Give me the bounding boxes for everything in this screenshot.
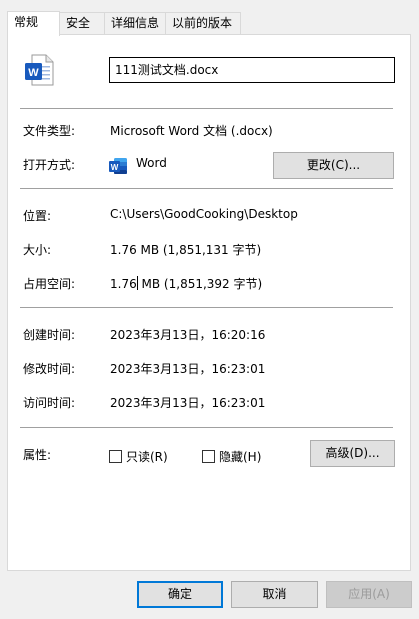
general-panel: W 111测试文档.docx 文件类型: Microsoft Word 文档 (… bbox=[7, 34, 411, 571]
modified-label: 修改时间: bbox=[23, 362, 76, 376]
file-name-field[interactable]: 111测试文档.docx bbox=[109, 57, 395, 83]
hidden-checkbox[interactable]: 隐藏(H) bbox=[202, 448, 261, 465]
size-on-disk-value: 1.76 MB (1,851,392 字节) bbox=[110, 275, 262, 292]
tab-previous-versions[interactable]: 以前的版本 bbox=[165, 12, 241, 34]
ok-button-label: 确定 bbox=[167, 587, 192, 601]
size-value: 1.76 MB (1,851,131 字节) bbox=[110, 243, 262, 257]
apply-button[interactable]: 应用(A) bbox=[326, 581, 412, 608]
readonly-checkbox-box[interactable] bbox=[109, 450, 122, 463]
opens-with-label: 打开方式: bbox=[23, 158, 76, 172]
file-type-value: Microsoft Word 文档 (.docx) bbox=[110, 124, 273, 138]
divider bbox=[20, 427, 393, 428]
word-app-icon: W bbox=[108, 157, 128, 175]
divider bbox=[20, 188, 393, 189]
change-button-label: 更改(C)... bbox=[306, 158, 361, 172]
word-document-icon: W bbox=[23, 53, 57, 87]
tab-strip: 常规 安全 详细信息 以前的版本 bbox=[7, 11, 411, 36]
location-label: 位置: bbox=[23, 209, 52, 223]
divider bbox=[20, 307, 393, 308]
tab-details[interactable]: 详细信息 bbox=[104, 12, 166, 34]
opens-with-app-name: Word bbox=[136, 156, 167, 170]
size-on-disk-label: 占用空间: bbox=[23, 277, 76, 291]
tab-details-label: 详细信息 bbox=[111, 16, 160, 30]
created-value: 2023年3月13日，16:20:16 bbox=[110, 328, 266, 342]
hidden-checkbox-label: 隐藏(H) bbox=[219, 450, 262, 464]
svg-text:W: W bbox=[28, 67, 39, 79]
ok-button[interactable]: 确定 bbox=[137, 581, 223, 608]
tab-general[interactable]: 常规 bbox=[7, 11, 60, 36]
readonly-checkbox[interactable]: 只读(R) bbox=[109, 448, 168, 465]
location-value: C:\Users\GoodCooking\Desktop bbox=[110, 207, 298, 221]
hidden-checkbox-box[interactable] bbox=[202, 450, 215, 463]
accessed-value: 2023年3月13日，16:23:01 bbox=[110, 396, 266, 410]
advanced-button[interactable]: 高级(D)... bbox=[310, 440, 395, 467]
tab-security[interactable]: 安全 bbox=[59, 12, 105, 34]
cancel-button-label: 取消 bbox=[262, 587, 287, 601]
apply-button-label: 应用(A) bbox=[348, 587, 390, 601]
advanced-button-label: 高级(D)... bbox=[325, 446, 380, 460]
file-type-label: 文件类型: bbox=[23, 124, 76, 138]
divider bbox=[20, 108, 393, 109]
tab-security-label: 安全 bbox=[66, 16, 91, 30]
created-label: 创建时间: bbox=[23, 328, 76, 342]
cancel-button[interactable]: 取消 bbox=[231, 581, 318, 608]
size-label: 大小: bbox=[23, 243, 52, 257]
properties-dialog: { "tabs": [ {"label": "常规", "active": tr… bbox=[0, 0, 419, 619]
size-on-disk-rest: MB (1,851,392 字节) bbox=[137, 277, 263, 291]
tab-previous-versions-label: 以前的版本 bbox=[172, 16, 233, 30]
modified-value: 2023年3月13日，16:23:01 bbox=[110, 362, 266, 376]
svg-text:W: W bbox=[111, 163, 119, 172]
change-button[interactable]: 更改(C)... bbox=[273, 152, 394, 179]
attributes-label: 属性: bbox=[23, 448, 52, 462]
readonly-checkbox-label: 只读(R) bbox=[126, 450, 168, 464]
tab-general-label: 常规 bbox=[14, 15, 39, 29]
size-on-disk-number: 1.76 bbox=[110, 277, 137, 291]
accessed-label: 访问时间: bbox=[23, 396, 76, 410]
